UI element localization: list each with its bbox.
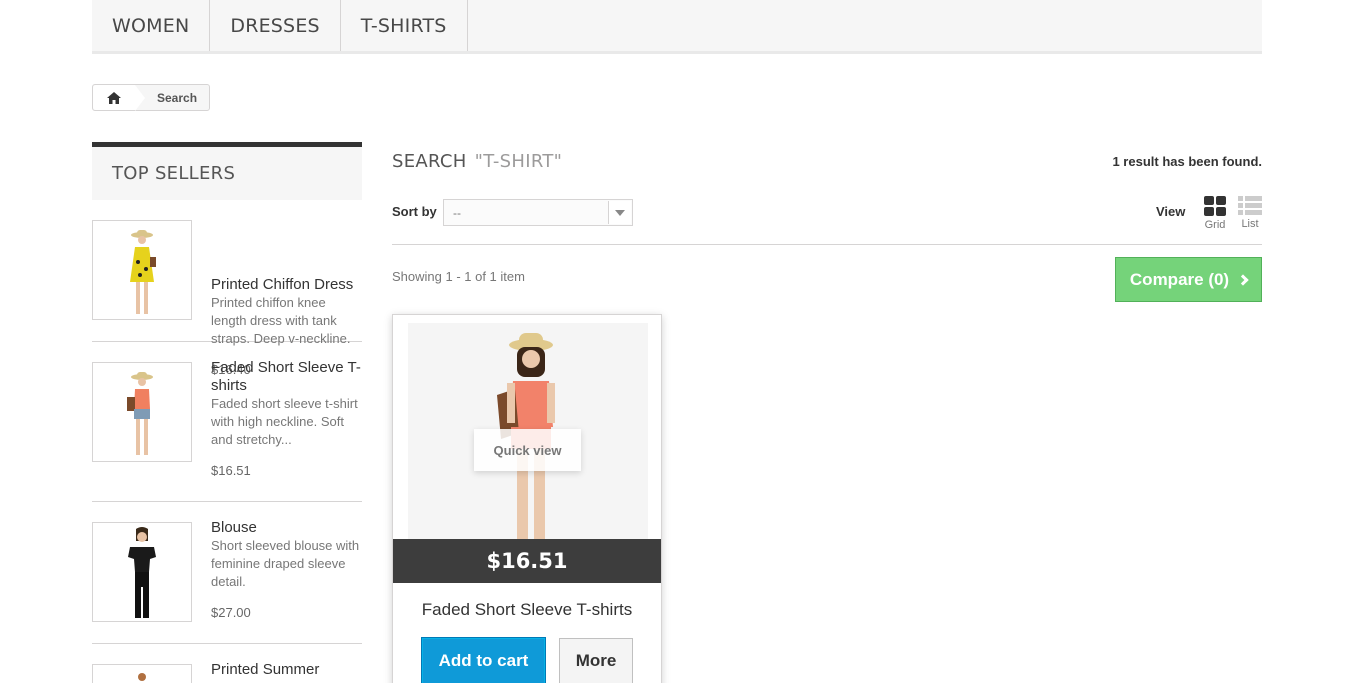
product-price: $16.51 [211,463,251,478]
menu-item-dresses[interactable]: DRESSES [210,0,341,51]
view-grid-button[interactable]: Grid [1200,196,1230,231]
breadcrumb: Search [92,84,211,111]
product-name[interactable]: Printed Summer [211,661,361,679]
view-list-button[interactable]: List [1235,196,1265,230]
model-photo [408,323,648,539]
top-menu: WOMEN DRESSES T-SHIRTS [92,0,1262,54]
divider [392,244,1262,245]
result-count: 1 result has been found. [1112,154,1262,169]
compare-label: Compare (0) [1129,269,1230,289]
product-thumbnail[interactable] [92,522,192,622]
product-image [138,673,146,681]
grid-icon [1204,196,1226,216]
breadcrumb-home[interactable] [93,85,135,110]
product-name[interactable]: Faded Short Sleeve T-shirts [393,600,661,620]
sort-select-value: -- [453,206,461,220]
product-name[interactable]: Printed Chiffon Dress [211,276,361,294]
list-item: Blouse Short sleeved blouse with feminin… [92,502,362,644]
sort-by-label: Sort by [392,204,437,219]
search-heading: SEARCH [392,151,467,172]
sort-select[interactable]: -- [443,199,633,226]
quick-view-button[interactable]: Quick view [474,429,581,471]
list-icon [1238,196,1262,215]
list-item: Printed Chiffon Dress Printed chiffon kn… [92,200,362,377]
product-thumbnail[interactable] [92,220,192,320]
list-item: Faded Short Sleeve T-shirts Faded short … [92,342,362,502]
product-price: $27.00 [211,605,251,620]
search-query: "T-SHIRT" [474,151,563,172]
product-image [127,372,153,455]
view-list-label: List [1241,218,1259,230]
view-grid-label: Grid [1204,219,1226,231]
product-name[interactable]: Blouse [211,519,361,537]
more-button[interactable]: More [559,638,633,683]
product-description: Printed chiffon knee length dress with t… [211,295,351,346]
menu-item-tshirts[interactable]: T-SHIRTS [341,0,468,51]
top-sellers-block: TOP SELLERS Printed Chiffon Dress Printe… [92,142,362,683]
product-description: Short sleeved blouse with feminine drape… [211,538,360,589]
compare-button[interactable]: Compare (0) [1115,257,1262,302]
product-price: $16.51 [393,539,661,583]
product-image[interactable]: Quick view [393,315,661,539]
list-item: Printed Summer [92,644,362,683]
product-thumbnail[interactable] [92,362,192,462]
product-name[interactable]: Faded Short Sleeve T-shirts [211,359,361,395]
page-title: SEARCH "T-SHIRT" [392,151,562,172]
top-sellers-title[interactable]: TOP SELLERS [92,142,362,200]
chevron-right-icon [1237,274,1249,286]
breadcrumb-separator [134,84,145,111]
home-icon [107,91,121,104]
showing-count: Showing 1 - 1 of 1 item [392,269,525,284]
view-label: View [1156,204,1186,219]
chevron-down-icon[interactable] [608,201,631,224]
product-description: Faded short sleeve t-shirt with high nec… [211,396,358,447]
product-card[interactable]: Quick view $16.51 Faded Short Sleeve T-s… [392,314,662,683]
product-image [130,230,156,314]
menu-item-women[interactable]: WOMEN [92,0,211,51]
breadcrumb-current: Search [157,90,198,105]
product-thumbnail[interactable] [92,664,192,683]
product-image [128,527,156,618]
add-to-cart-button[interactable]: Add to cart [421,637,546,683]
